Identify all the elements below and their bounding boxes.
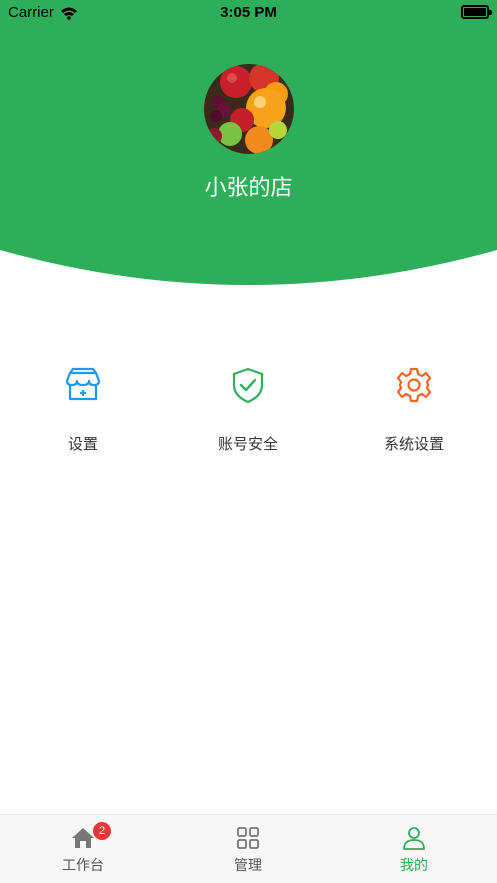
store-icon (65, 367, 101, 401)
battery-icon (461, 5, 492, 19)
grid-icon (237, 827, 259, 849)
menu-item-system-settings[interactable]: 系统设置 (354, 365, 474, 454)
store-avatar[interactable] (204, 64, 294, 154)
store-name: 小张的店 (204, 176, 293, 201)
notification-badge: 2 (93, 822, 111, 840)
tab-label: 我的 (400, 858, 428, 874)
shield-check-icon (232, 367, 264, 404)
tab-bar: 2 工作台 管理 我的 (0, 814, 497, 883)
menu-item-label: 系统设置 (383, 435, 444, 453)
menu-item-label: 设置 (67, 435, 98, 453)
gear-icon (396, 367, 432, 403)
menu-item-label: 账号安全 (217, 435, 278, 453)
fruit-image (204, 64, 294, 154)
tab-workbench[interactable]: 2 工作台 (23, 822, 143, 875)
menu-item-account-security[interactable]: 账号安全 (188, 365, 308, 454)
status-bar: Carrier 3:05 PM (0, 0, 497, 26)
menu-item-settings[interactable]: 设置 (23, 365, 143, 454)
tab-label: 管理 (234, 858, 262, 874)
tab-label: 工作台 (62, 858, 104, 874)
status-time: 3:05 PM (220, 4, 277, 21)
tab-manage[interactable]: 管理 (188, 825, 308, 875)
tab-mine[interactable]: 我的 (354, 825, 474, 875)
menu-row: 设置 账号安全 系统设置 (0, 365, 497, 465)
person-icon (403, 827, 425, 850)
